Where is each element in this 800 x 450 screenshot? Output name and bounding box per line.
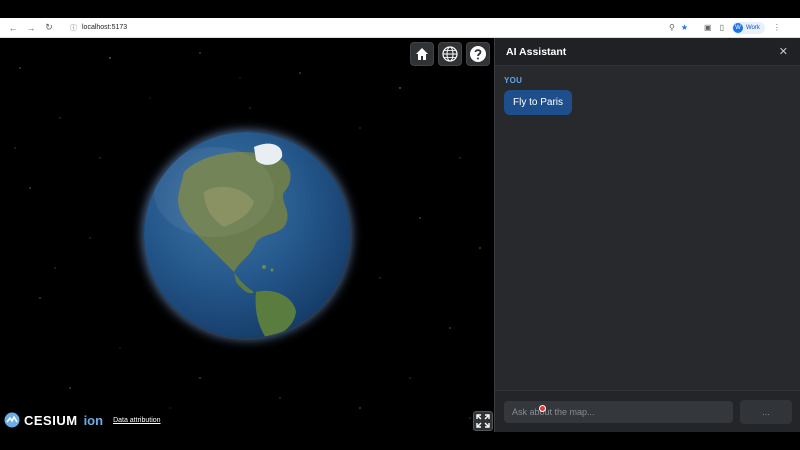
cesium-logo-icon bbox=[4, 412, 20, 428]
browser-toolbar: ← → ↻ ⓘ localhost:5173 ⚲ ★ ▣ ▯ W Work ⋮ bbox=[0, 18, 800, 38]
send-button[interactable]: ... bbox=[740, 399, 792, 424]
top-bar bbox=[0, 0, 800, 18]
site-info-icon[interactable]: ⓘ bbox=[70, 23, 77, 33]
forward-arrow-icon[interactable]: → bbox=[24, 21, 38, 35]
bookmark-star-icon[interactable]: ★ bbox=[681, 23, 688, 32]
continents bbox=[154, 143, 296, 338]
globe-icon bbox=[442, 46, 458, 62]
message-bubble: Fly to Paris bbox=[504, 90, 573, 115]
chat-input[interactable] bbox=[504, 400, 733, 423]
profile-name: Work bbox=[745, 24, 760, 31]
cesium-logo-ion: ion bbox=[83, 412, 104, 428]
home-icon bbox=[416, 48, 428, 60]
menu-kebab-icon[interactable]: ⋮ bbox=[773, 23, 781, 32]
fullscreen-button[interactable] bbox=[473, 411, 493, 431]
avatar: W bbox=[732, 22, 743, 33]
message-sender: YOU bbox=[504, 76, 523, 85]
credits-bar: CESIUM ion Data attribution bbox=[4, 412, 161, 428]
data-attribution-link[interactable]: Data attribution bbox=[113, 417, 160, 424]
address-url[interactable]: localhost:5173 bbox=[82, 24, 669, 31]
extension-icon[interactable]: ▣ bbox=[704, 23, 712, 32]
globe-viewport[interactable]: CESIUM ion Data attribution bbox=[0, 38, 494, 432]
earth-globe[interactable] bbox=[144, 132, 350, 338]
home-button[interactable] bbox=[410, 42, 434, 66]
ai-assistant-panel: AI Assistant ✕ YOU Fly to Paris ... bbox=[494, 38, 800, 432]
zoom-icon[interactable]: ⚲ bbox=[669, 23, 675, 32]
help-icon bbox=[470, 46, 486, 62]
fullscreen-icon bbox=[476, 414, 490, 428]
panel-title: AI Assistant bbox=[506, 45, 567, 58]
bottom-bar bbox=[0, 432, 800, 450]
close-icon[interactable]: ✕ bbox=[779, 45, 788, 58]
cesium-logo-text: CESIUM bbox=[24, 412, 78, 428]
address-bar[interactable]: ⓘ localhost:5173 ⚲ ★ bbox=[64, 20, 694, 35]
help-button[interactable] bbox=[466, 42, 490, 66]
reload-icon[interactable]: ↻ bbox=[42, 21, 56, 35]
mouse-cursor bbox=[539, 405, 546, 412]
scene-mode-button[interactable] bbox=[438, 42, 462, 66]
back-arrow-icon[interactable]: ← bbox=[6, 21, 20, 35]
viewer-toolbar bbox=[410, 42, 490, 66]
puzzle-icon[interactable]: ▯ bbox=[720, 23, 724, 32]
panel-header: AI Assistant ✕ bbox=[495, 38, 800, 66]
message-list: YOU Fly to Paris bbox=[495, 66, 800, 125]
profile-chip[interactable]: W Work bbox=[731, 21, 765, 34]
message-item: YOU Fly to Paris bbox=[504, 76, 791, 115]
